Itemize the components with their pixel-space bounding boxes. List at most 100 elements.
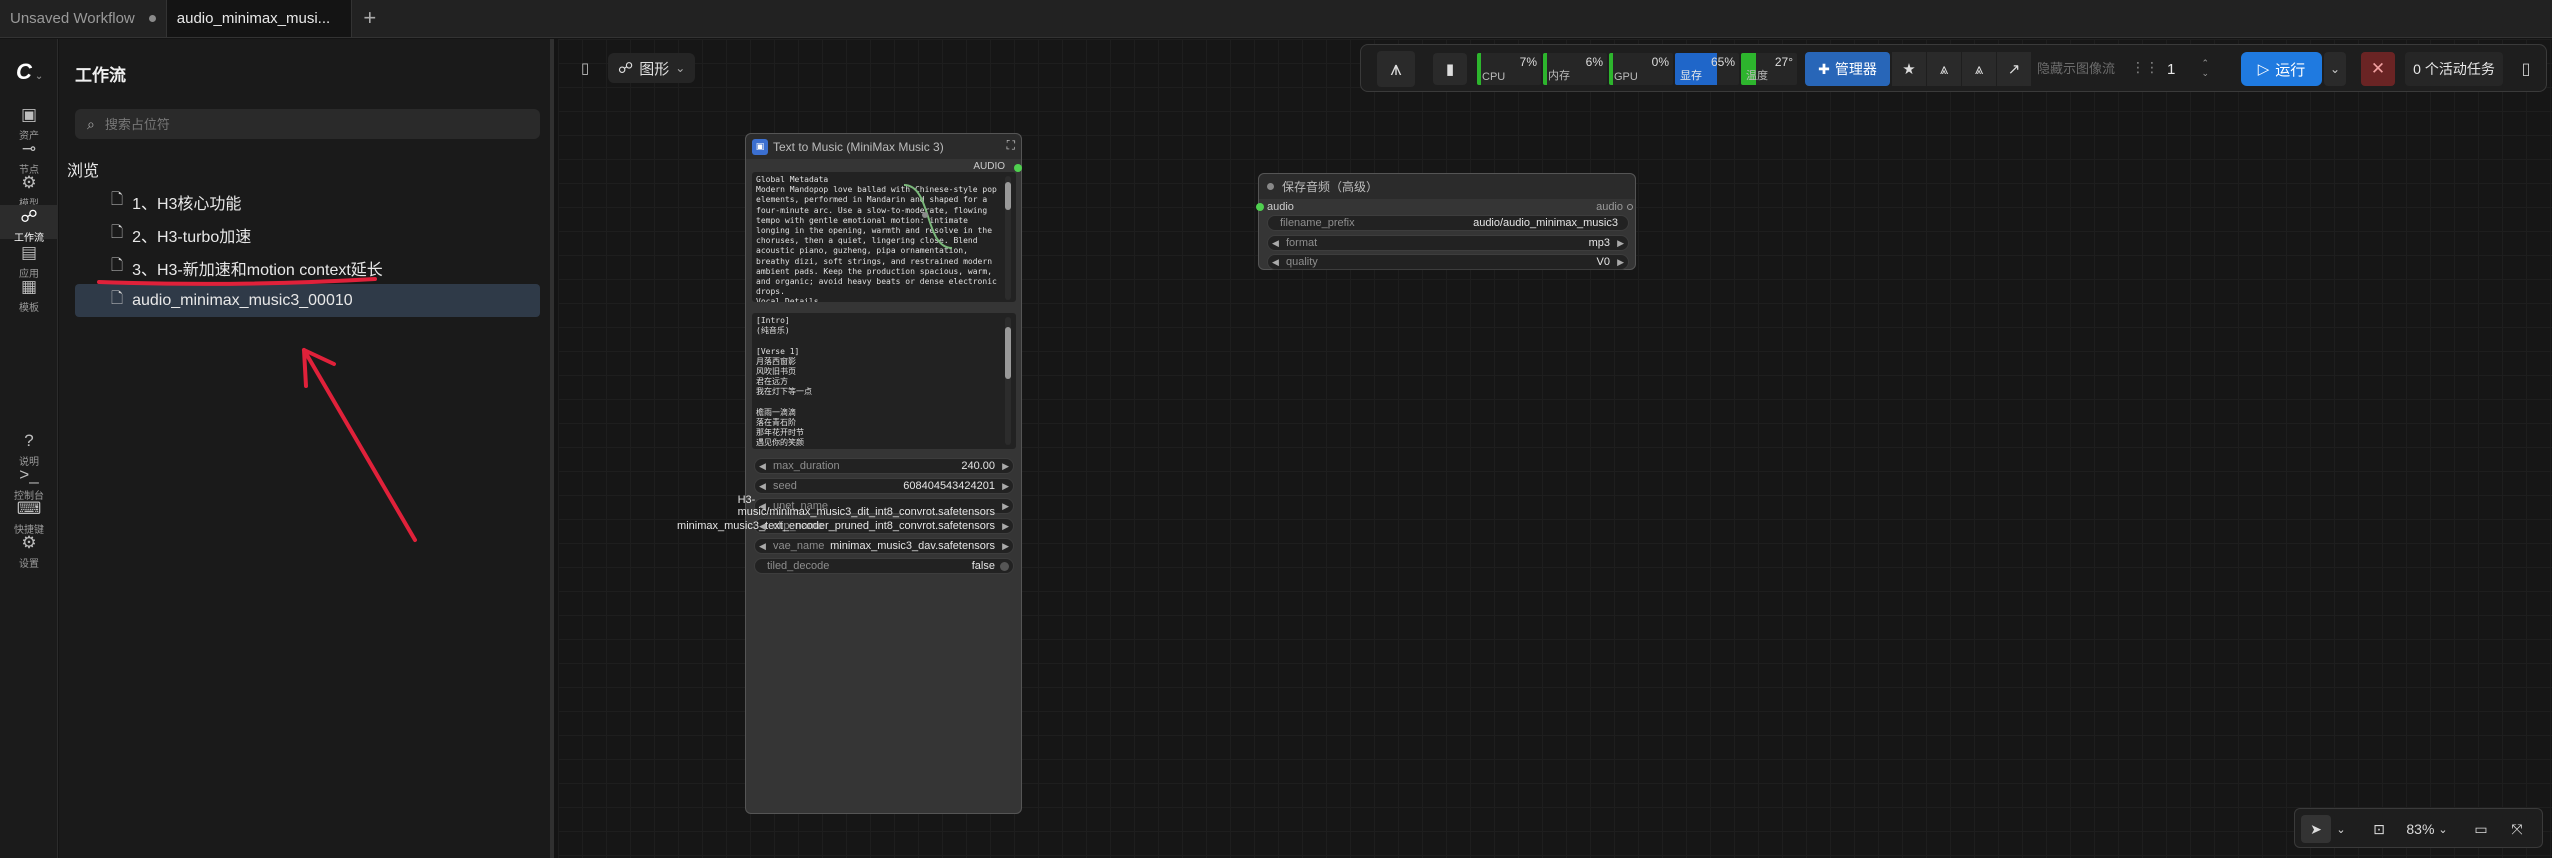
queue-button[interactable]: 0 个活动任务 <box>2405 52 2503 86</box>
rail-item-assets[interactable]: ▣ 资产 <box>0 105 58 142</box>
triangle-a-icon[interactable]: ⩓ <box>1927 52 1961 86</box>
crystools-logo-icon[interactable]: ⩚ <box>1377 51 1415 87</box>
zoom-level[interactable]: 83% ⌄ <box>2403 815 2451 843</box>
next-icon[interactable]: ▶ <box>1617 238 1624 249</box>
hide-image-flow-label[interactable]: 隐藏示图像流 <box>2037 58 2115 77</box>
red-underline-annotation <box>97 277 377 286</box>
expand-icon[interactable]: ⛶ <box>1007 138 1015 153</box>
node-icon: ⊸ <box>21 139 37 158</box>
clip-name-widget[interactable]: ◀ clip_name minimax_music3_text_encoder_… <box>677 518 1014 534</box>
graph-mode-button[interactable]: ☍ 图形 ⌄ <box>608 53 696 83</box>
quality-widget[interactable]: ◀ quality V0 ▶ <box>1267 254 1629 270</box>
link-wire <box>903 184 953 249</box>
cancel-icon[interactable]: ✕ <box>2361 52 2395 86</box>
browse-heading: 浏览 <box>67 163 100 180</box>
lyrics-scrollbar[interactable] <box>1005 317 1011 445</box>
chevron-down-icon: ⌄ <box>34 71 44 82</box>
terminal-icon: >_ <box>19 465 39 484</box>
next-icon[interactable]: ▶ <box>1617 257 1624 268</box>
filename-prefix-widget[interactable]: filename_prefix audio/audio_minimax_musi… <box>1267 215 1629 231</box>
increment-icon[interactable]: ▶ <box>1002 461 1009 472</box>
save-audio-node[interactable]: 保存音频（高级） audio audio filename_prefix aud… <box>1256 173 1636 270</box>
rail-item-nodes[interactable]: ⊸ 节点 <box>0 139 58 176</box>
next-icon[interactable]: ▶ <box>1002 541 1009 552</box>
hide-links-icon[interactable]: ⤧ <box>2503 815 2531 843</box>
puzzle-icon: ✚ <box>1818 60 1830 77</box>
help-icon: ? <box>24 431 34 450</box>
tab-unsaved-workflow[interactable]: Unsaved Workflow <box>0 0 167 37</box>
top-toolbar: ⩚ ▮ CPU 7% 内存 6% GPU 0% 显存 65% 温度 27° ✚ 管理器 ★ … <box>1360 44 2547 92</box>
list-item[interactable]: 🗋 2、H3-turbo加速 <box>75 218 540 251</box>
max-duration-widget[interactable]: ◀ max_duration 240.00 ▶ <box>754 458 1014 474</box>
temp-meter: 温度 27° <box>1741 53 1797 85</box>
gpu-meter: GPU 0% <box>1609 53 1673 85</box>
run-count-stepper[interactable]: 1 ⌃ ⌄ <box>2153 52 2215 86</box>
manager-button[interactable]: ✚ 管理器 <box>1805 52 1890 86</box>
unsaved-dot-icon <box>148 14 156 22</box>
graph-icon: ☍ <box>618 60 634 77</box>
keyboard-icon: ⌨ <box>16 499 42 518</box>
tiled-decode-toggle[interactable]: tiled_decode false <box>754 558 1014 574</box>
vae-name-widget[interactable]: ◀ vae_name minimax_music3_dav.safetensor… <box>754 538 1014 554</box>
search-icon: ⌕ <box>87 115 95 132</box>
previous-icon[interactable]: ◀ <box>1272 238 1279 249</box>
toggle-sidebar-icon[interactable]: ▯ <box>574 57 596 79</box>
next-icon[interactable]: ▶ <box>1002 501 1009 512</box>
node-header[interactable]: ▣ Text to Music (MiniMax Music 3) ⛶ <box>746 134 1021 159</box>
gear-icon: ⚙ <box>21 533 37 552</box>
seed-widget[interactable]: ◀ seed 608404543424201 ▶ <box>754 478 1014 494</box>
decrement-icon[interactable]: ◀ <box>759 481 766 492</box>
list-item-active[interactable]: 🗋 audio_minimax_music3_00010 <box>75 284 540 317</box>
rail-item-shortcuts[interactable]: ⌨ 快捷键 <box>0 499 58 536</box>
app-logo[interactable]: C ⌄ <box>16 59 43 85</box>
triangle-b-icon[interactable]: ⩓ <box>1962 52 1996 86</box>
fit-view-icon[interactable]: ⊡ <box>2365 815 2393 843</box>
image-icon: ▣ <box>20 105 38 124</box>
audio-output-slot[interactable] <box>1627 204 1633 210</box>
ram-meter: 内存 6% <box>1543 53 1607 85</box>
rail-item-apps[interactable]: ▤ 应用 <box>0 243 58 280</box>
toggle-knob-icon <box>1000 562 1009 571</box>
vram-meter: 显存 65% <box>1675 53 1739 85</box>
node-header[interactable]: 保存音频（高级） <box>1259 174 1635 199</box>
share-icon[interactable]: ↗ <box>1997 52 2031 86</box>
audio-input-slot[interactable] <box>1256 203 1264 211</box>
right-panel-toggle-icon[interactable]: ▯ <box>2511 52 2541 86</box>
rail-item-templates[interactable]: ▦ 模板 <box>0 277 58 314</box>
workflow-icon: ☍ <box>20 207 38 226</box>
workflow-list: 🗋 1、H3核心功能 🗋 2、H3-turbo加速 🗋 3、H3-新加速和motion… <box>75 185 540 317</box>
node-canvas[interactable]: ▯ ☍ 图形 ⌄ ▣ Text to Music (MiniMax Music … <box>558 39 2552 858</box>
unet-name-widget[interactable]: ◀ unet_name H3-music/minimax_music3_dit_… <box>738 494 1014 518</box>
minimap-icon[interactable]: ▭ <box>2467 815 2495 843</box>
select-pointer-icon[interactable]: ➤ <box>2301 815 2331 843</box>
app-icon: ▤ <box>20 243 38 262</box>
previous-icon[interactable]: ◀ <box>759 541 766 552</box>
rail-item-console[interactable]: >_ 控制台 <box>0 465 58 502</box>
prompt-scrollbar[interactable] <box>1005 176 1011 300</box>
lyrics-textarea[interactable]: [Intro] (纯音乐) [Verse 1] 月落西窗影 风吹旧书页 君在远方… <box>752 313 1016 449</box>
rail-item-help[interactable]: ? 说明 <box>0 431 58 468</box>
tab-audio-minimax[interactable]: audio_minimax_musi... <box>166 0 352 37</box>
chevron-down-icon[interactable]: ⌄ <box>2333 815 2349 843</box>
collapse-dot-icon[interactable] <box>1267 183 1274 190</box>
search-input[interactable] <box>104 116 525 132</box>
decrement-icon[interactable]: ◀ <box>759 461 766 472</box>
previous-icon[interactable]: ◀ <box>1272 257 1279 268</box>
play-icon: ▷ <box>2257 61 2270 78</box>
bookmark-icon[interactable]: ▮ <box>1433 53 1467 85</box>
format-widget[interactable]: ◀ format mp3 ▶ <box>1267 235 1629 251</box>
icon-rail: C⌄ ▣资产 ⊸节点 ⚙模型 ☍工作流 ▤应用 ▦模板 ?说明 >_控制台 ⌨快… <box>0 39 58 858</box>
input-label: audio <box>1267 201 1294 213</box>
run-button[interactable]: ▷ 运行 <box>2241 52 2322 86</box>
new-tab-plus-icon[interactable]: + <box>352 0 388 37</box>
rail-item-workflows[interactable]: ☍ 工作流 <box>0 205 58 244</box>
list-item[interactable]: 🗋 1、H3核心功能 <box>75 185 540 218</box>
star-icon[interactable]: ★ <box>1892 52 1926 86</box>
tab-label: Unsaved Workflow <box>10 9 135 27</box>
model-icon: ⚙ <box>21 173 37 192</box>
next-icon[interactable]: ▶ <box>1002 521 1009 532</box>
audio-output-slot[interactable] <box>1014 164 1022 172</box>
increment-icon[interactable]: ▶ <box>1002 481 1009 492</box>
rail-item-settings[interactable]: ⚙ 设置 <box>0 533 58 570</box>
run-options-chevron-icon[interactable]: ⌄ <box>2324 52 2346 86</box>
